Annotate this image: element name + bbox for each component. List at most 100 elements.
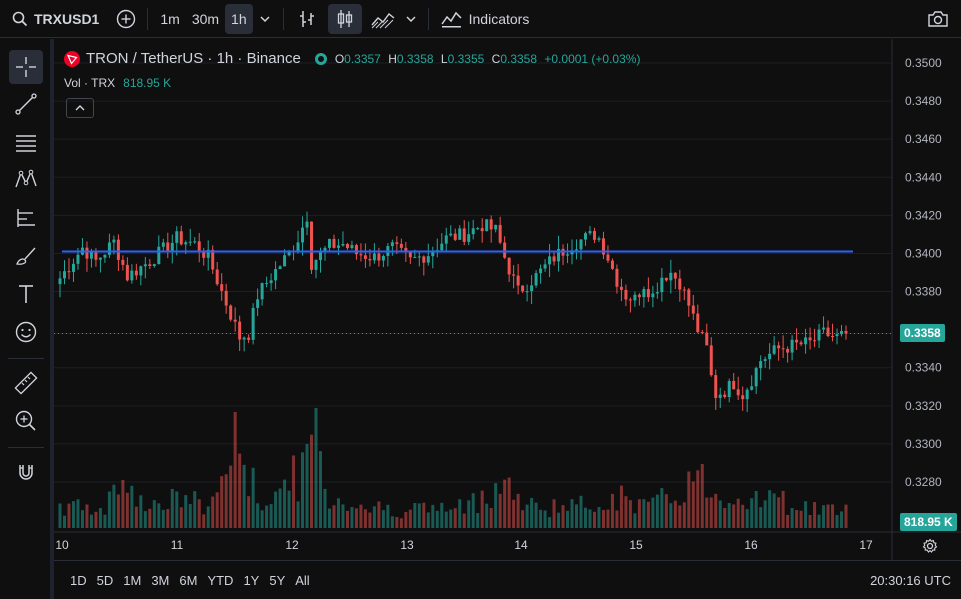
range-ytd[interactable]: YTD	[207, 573, 233, 588]
measure-tool[interactable]	[9, 366, 43, 400]
toolbar-divider	[8, 358, 44, 359]
volume-bar	[714, 493, 718, 528]
candles-style-button[interactable]	[327, 3, 362, 34]
volume-bar	[521, 510, 525, 528]
candle-body	[660, 277, 664, 293]
chart-type-dropdown[interactable]	[400, 4, 422, 34]
indicators-button[interactable]: Indicators	[435, 4, 536, 34]
volume-bar	[592, 511, 596, 528]
forecast-tool[interactable]	[9, 201, 43, 235]
gear-icon	[922, 538, 938, 553]
volume-bar	[422, 502, 426, 528]
candle-body	[592, 231, 596, 240]
candle-body	[152, 264, 156, 267]
text-tool[interactable]	[9, 277, 43, 311]
range-1d[interactable]: 1D	[70, 573, 87, 588]
volume-bar	[817, 514, 821, 528]
volume-bar	[148, 508, 152, 528]
magnet-tool[interactable]	[9, 455, 43, 489]
range-6m[interactable]: 6M	[179, 573, 197, 588]
market-status-dot	[314, 52, 327, 65]
volume-bar	[566, 510, 570, 528]
candle-body	[283, 255, 287, 267]
fib-retracement-icon	[16, 135, 36, 152]
interval-1h[interactable]: 1h	[225, 3, 253, 34]
utc-clock[interactable]: 20:30:16 UTC	[870, 573, 951, 588]
emoji-tool[interactable]	[9, 315, 43, 349]
candle-body	[157, 246, 161, 265]
interval-1m[interactable]: 1m	[154, 4, 185, 34]
zoom-tool[interactable]	[9, 404, 43, 438]
candle-body	[786, 348, 790, 353]
compare-button[interactable]	[111, 4, 141, 34]
volume-bar	[341, 504, 345, 528]
screenshot-button[interactable]	[923, 4, 953, 34]
volume-bar	[435, 510, 439, 528]
candle-body	[835, 334, 839, 337]
candle-body	[166, 242, 170, 252]
range-5y[interactable]: 5Y	[269, 573, 285, 588]
magnet-icon	[19, 465, 33, 480]
volume-bar	[525, 504, 529, 528]
candle-body	[790, 339, 794, 353]
volume-bar	[633, 513, 637, 528]
candle-body	[247, 337, 251, 340]
candle-body	[143, 264, 147, 267]
axis-settings-button[interactable]	[920, 536, 940, 556]
trend-line-tool[interactable]	[9, 87, 43, 121]
interval-30m[interactable]: 30m	[186, 4, 225, 34]
volume-legend: Vol · TRX 818.95 K	[64, 76, 171, 90]
fib-tool[interactable]	[9, 126, 43, 160]
range-1y[interactable]: 1Y	[243, 573, 259, 588]
chart-legend: TRON / TetherUS · 1h · Binance O0.3357 H…	[64, 50, 640, 67]
volume-bar	[215, 492, 219, 528]
collapse-legend-button[interactable]	[66, 98, 94, 118]
candle-body	[736, 389, 740, 396]
high-value: 0.3358	[396, 51, 434, 66]
candle-body	[345, 243, 349, 249]
volume-bar	[583, 507, 587, 528]
time-tick-label: 14	[514, 538, 528, 552]
price-chart[interactable]: 0.3500 0.3480 0.3460 0.3440 0.3420 0.3400 0.33…	[54, 39, 961, 560]
toolbar-divider	[427, 7, 429, 30]
candle-body	[269, 280, 273, 284]
brush-tool[interactable]	[9, 239, 43, 273]
volume-bar	[664, 494, 668, 528]
volume-bar	[759, 507, 763, 528]
bottom-toolbar: 1D 5D 1M 3M 6M YTD 1Y 5Y All 20:30:16 UT…	[54, 560, 961, 599]
price-tick-label: 0.3500	[905, 56, 942, 70]
area-style-button[interactable]	[366, 4, 400, 34]
volume-bar	[305, 444, 309, 528]
volume-value: 818.95 K	[123, 76, 172, 90]
last-price-badge: 0.3358	[900, 324, 945, 343]
range-all[interactable]: All	[295, 573, 309, 588]
candle-body	[808, 337, 812, 341]
symbol-search[interactable]: TRXUSD1	[8, 4, 103, 34]
range-1m[interactable]: 1M	[123, 573, 141, 588]
range-5d[interactable]: 5D	[97, 573, 114, 588]
pattern-tool[interactable]	[9, 163, 43, 197]
text-icon	[19, 285, 33, 303]
candle-body	[134, 270, 138, 276]
volume-bar	[359, 504, 363, 528]
candle-body	[619, 286, 623, 290]
volume-bar	[624, 496, 628, 528]
volume-bar	[103, 514, 107, 528]
volume-bar	[503, 479, 507, 528]
price-tick-label: 0.3340	[905, 361, 942, 375]
volume-bar	[238, 453, 242, 528]
volume-bar	[516, 493, 520, 528]
bars-style-button[interactable]	[290, 4, 324, 34]
volume-bar	[292, 455, 296, 528]
candle-body	[628, 299, 632, 301]
candle-body	[368, 258, 372, 261]
chart-pane[interactable]: 0.3500 0.3480 0.3460 0.3440 0.3420 0.3400 0.33…	[54, 39, 961, 560]
volume-label: Vol · TRX	[64, 76, 116, 90]
time-tick-label: 13	[400, 538, 414, 552]
range-3m[interactable]: 3M	[151, 573, 169, 588]
forecast-icon	[17, 209, 35, 227]
crosshair-tool[interactable]	[9, 50, 43, 84]
toolbar-divider	[282, 7, 284, 30]
interval-dropdown[interactable]	[253, 4, 277, 34]
volume-bar	[745, 509, 749, 528]
